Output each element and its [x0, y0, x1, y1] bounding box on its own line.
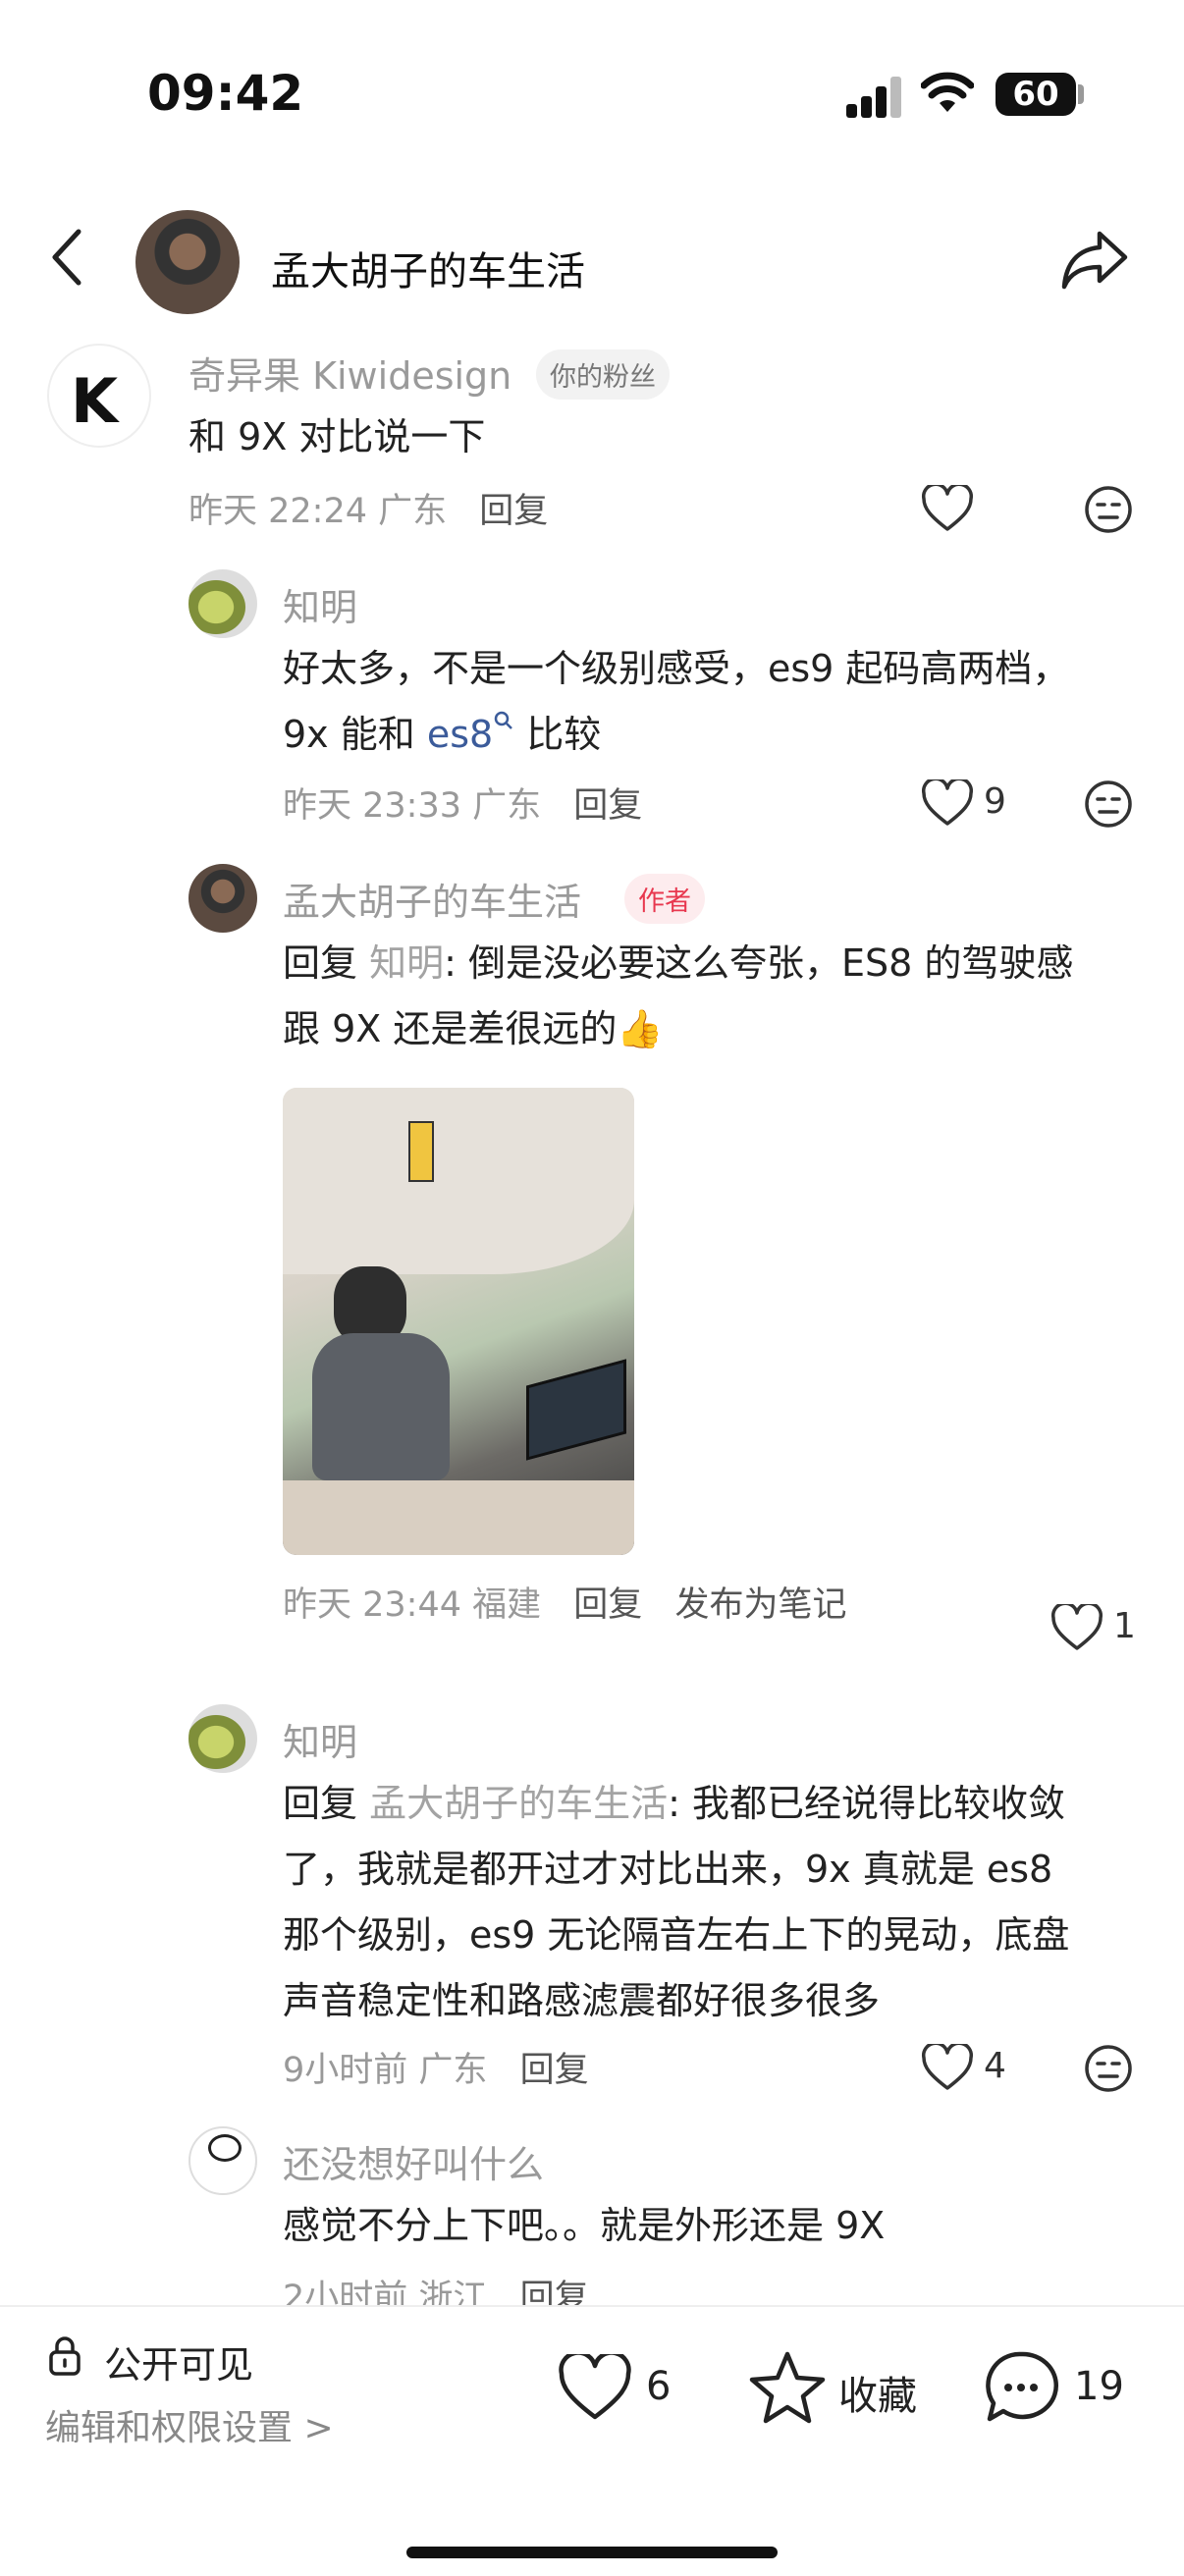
commenter-name[interactable]: 还没想好叫什么	[283, 2134, 544, 2188]
comment-meta: 9小时前 广东 回复	[283, 2042, 589, 2092]
comment-text-line: 9x 能和 es8 比较	[283, 702, 601, 768]
reply-prefix: 回复	[283, 941, 370, 985]
driver-body	[312, 1333, 450, 1480]
comment-text-segment: 比较	[514, 713, 602, 756]
battery-icon: 60	[996, 73, 1076, 116]
comment-location: 广东	[378, 492, 448, 531]
commenter-avatar[interactable]: K	[47, 344, 151, 448]
like-icon[interactable]	[558, 2354, 632, 2421]
signal-icon	[846, 73, 903, 118]
reply-to-user[interactable]: 孟大胡子的车生活	[369, 1782, 668, 1825]
like-count: 1	[1113, 1606, 1136, 1646]
reply-button[interactable]: 回复	[573, 786, 642, 826]
commenter-name[interactable]: 知明	[283, 577, 357, 631]
dislike-icon[interactable]	[1084, 779, 1133, 829]
reply-button[interactable]: 回复	[520, 2051, 589, 2090]
status-time: 09:42	[147, 65, 304, 122]
dislike-icon[interactable]	[1084, 485, 1133, 534]
comment-text-segment: : 倒是没必要这么夸张，ES8 的驾驶感	[444, 941, 1074, 985]
comment-meta: 昨天 23:44 福建 回复 发布为笔记	[283, 1577, 846, 1627]
like-icon[interactable]	[921, 2044, 974, 2091]
comment-text-line: 好太多，不是一个级别感受，es9 起码高两档，	[283, 647, 1070, 690]
like-count: 6	[646, 2364, 672, 2409]
commenter-avatar[interactable]	[188, 864, 257, 933]
lock-icon	[49, 2336, 81, 2376]
author-badge: 作者	[624, 874, 705, 924]
comment-text-line: 了，我就是都开过才对比出来，9x 真就是 es8	[283, 1848, 1053, 1891]
reply-button[interactable]: 回复	[520, 2279, 589, 2305]
star-icon[interactable]	[748, 2350, 827, 2425]
comment-text: 和 9X 对比说一下	[188, 415, 486, 458]
comment-text-line: 跟 9X 还是差很远的👍	[283, 1007, 664, 1050]
comment-meta: 2小时前 浙江 回复	[283, 2270, 589, 2305]
back-icon[interactable]	[47, 228, 86, 287]
like-icon[interactable]	[921, 485, 974, 532]
commenter-name[interactable]: 孟大胡子的车生活	[283, 872, 581, 926]
like-count: 9	[984, 781, 1006, 822]
reply-to-user[interactable]: 知明	[369, 941, 444, 985]
comment-meta: 昨天 22:24 广东 回复	[188, 483, 548, 533]
commenter-avatar[interactable]	[188, 2126, 257, 2195]
reply-prefix: 回复	[283, 1782, 370, 1825]
comment-location: 福建	[472, 1585, 542, 1625]
comment-photo[interactable]	[283, 1088, 634, 1555]
reply-button[interactable]: 回复	[479, 492, 548, 531]
permission-settings-link[interactable]: 编辑和权限设置 >	[45, 2399, 334, 2450]
share-icon[interactable]	[1060, 228, 1129, 291]
car-headliner	[283, 1088, 634, 1275]
comment-location: 广东	[472, 786, 542, 826]
sun-visor-label	[408, 1121, 434, 1182]
collect-button[interactable]: 收藏	[838, 2364, 917, 2421]
home-indicator	[406, 2547, 778, 2558]
comment-time: 2小时前	[283, 2279, 408, 2305]
comment-count: 19	[1074, 2364, 1124, 2409]
panda-face	[208, 2134, 242, 2162]
comment-text-line: 声音稳定性和路感滤震都好很多很多	[283, 1979, 881, 2022]
comment-text-line: 回复 孟大胡子的车生活: 我都已经说得比较收敛	[283, 1771, 1065, 1837]
car-console	[283, 1480, 634, 1555]
search-icon[interactable]	[493, 710, 514, 731]
commenter-name[interactable]: 知明	[283, 1712, 357, 1766]
dislike-icon[interactable]	[1084, 2044, 1133, 2093]
visibility-label[interactable]: 公开可见	[104, 2334, 253, 2388]
comment-icon[interactable]	[982, 2348, 1060, 2427]
commenter-avatar[interactable]	[188, 569, 257, 638]
comment-time: 昨天 23:44	[283, 1585, 461, 1625]
comment-time: 昨天 23:33	[283, 786, 461, 826]
search-link[interactable]: es8	[427, 713, 493, 756]
comment-text-line: 回复 知明: 倒是没必要这么夸张，ES8 的驾驶感	[283, 931, 1073, 996]
comment-text-segment: : 我都已经说得比较收敛	[668, 1782, 1065, 1825]
comment-meta: 昨天 23:33 广东 回复	[283, 778, 642, 828]
comment-text-segment: 9x 能和	[283, 713, 427, 756]
like-count: 4	[984, 2046, 1006, 2086]
comment-time: 9小时前	[283, 2051, 408, 2090]
comment-text-line: 那个级别，es9 无论隔音左右上下的晃动，底盘	[283, 1913, 1070, 1957]
fan-badge: 你的粉丝	[536, 349, 670, 400]
page-title[interactable]: 孟大胡子的车生活	[271, 240, 585, 296]
wifi-icon	[921, 72, 974, 112]
author-avatar[interactable]	[135, 210, 240, 314]
comment-time: 昨天 22:24	[188, 492, 367, 531]
like-icon[interactable]	[1050, 1604, 1103, 1651]
comment-text: 感觉不分上下吧。。就是外形还是 9X	[283, 2204, 886, 2247]
center-screen	[526, 1359, 626, 1461]
comment-location: 浙江	[418, 2279, 488, 2305]
publish-as-note-button[interactable]: 发布为笔记	[674, 1585, 846, 1625]
like-icon[interactable]	[921, 779, 974, 827]
commenter-name[interactable]: 奇异果 Kiwidesign	[188, 346, 511, 400]
comment-location: 广东	[418, 2051, 488, 2090]
commenter-avatar[interactable]	[188, 1704, 257, 1773]
battery-cap	[1078, 84, 1084, 104]
reply-button[interactable]: 回复	[573, 1585, 642, 1625]
